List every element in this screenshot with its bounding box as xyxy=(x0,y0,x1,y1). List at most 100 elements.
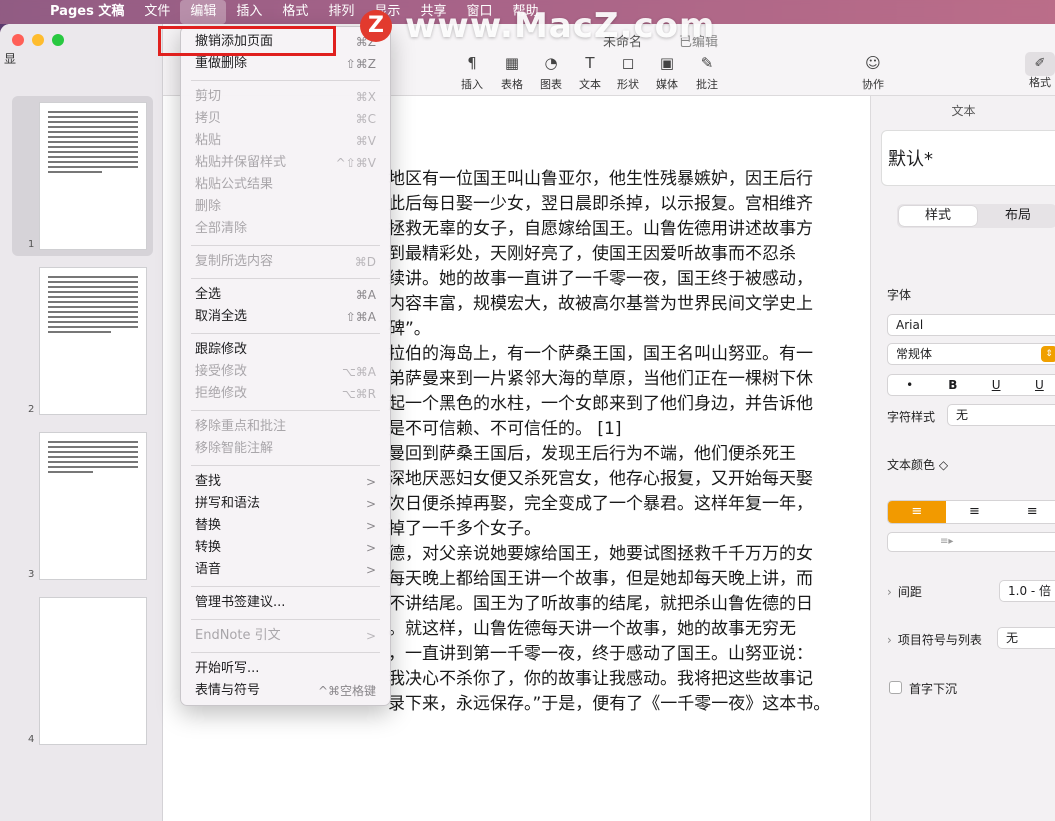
chevron-right-icon: › xyxy=(887,633,892,647)
edit-menu-item[interactable]: 全选 ⌘A xyxy=(181,284,390,306)
align-left-button[interactable]: ≡ xyxy=(888,501,946,523)
menu-item-label: 粘贴并保留样式 xyxy=(195,155,287,170)
menu-arrange[interactable]: 排列 xyxy=(318,0,364,24)
spacing-select[interactable]: 1.0 - 倍 xyxy=(999,580,1055,602)
menu-separator xyxy=(191,80,380,81)
menu-item-label: 粘贴公式结果 xyxy=(195,177,274,192)
bullets-label: 项目符号与列表 xyxy=(897,633,982,647)
close-window-button[interactable] xyxy=(12,34,24,46)
align-right-button[interactable]: ≡ xyxy=(1003,501,1055,523)
font-family-select[interactable]: Arial xyxy=(887,314,1055,336)
indent-icon: ≡▸ xyxy=(940,536,954,547)
edit-menu-item[interactable]: 开始听写... xyxy=(181,658,390,680)
shape-icon: ◻ xyxy=(621,54,635,72)
menu-item-shortcut: ⌥⌘R xyxy=(341,387,376,401)
text-color-label[interactable]: 文本颜色 ◇ xyxy=(887,456,948,473)
menu-item-label: 查找 xyxy=(195,474,222,489)
submenu-chevron-icon: > xyxy=(365,541,376,555)
menu-item-shortcut: ⌥⌘A xyxy=(341,365,376,379)
edit-menu-item[interactable]: 拼写和语法 > xyxy=(181,493,390,515)
font-weight-select[interactable]: 常规体 ⇕ xyxy=(887,343,1055,365)
menu-format[interactable]: 格式 xyxy=(272,0,318,24)
collaborate-button[interactable]: ☺ 协作 xyxy=(851,54,895,92)
bullets-select[interactable]: 无 xyxy=(997,627,1055,649)
dropcap-label: 首字下沉 xyxy=(909,682,958,696)
edit-menu-item[interactable]: 表情与符号 ^⌘空格键 xyxy=(181,680,390,702)
edit-menu-item[interactable]: 跟踪修改 xyxy=(181,339,390,361)
spacing-disclosure[interactable]: › 间距 xyxy=(887,583,922,600)
font-weight-value: 常规体 xyxy=(896,347,933,361)
page-thumbnail-1[interactable]: 1 xyxy=(12,96,153,256)
edit-menu-item[interactable]: 语音 > xyxy=(181,559,390,581)
menu-separator xyxy=(191,278,380,279)
edit-menu-item: 剪切 ⌘X xyxy=(181,86,390,108)
format-button[interactable]: ✐ 格式 xyxy=(1018,52,1055,90)
menu-item-label: 全选 xyxy=(195,287,222,302)
edit-menu-item[interactable]: 管理书签建议... xyxy=(181,592,390,614)
media-button[interactable]: ▣ 媒体 xyxy=(645,54,689,92)
menu-app[interactable]: Pages 文稿 xyxy=(40,0,134,24)
edit-menu-item[interactable]: 重做删除 ⇧⌘Z xyxy=(181,53,390,75)
tab-layout[interactable]: 布局 xyxy=(979,204,1055,228)
edit-menu-item[interactable]: 转换 > xyxy=(181,537,390,559)
edit-menu-item: 拒绝修改 ⌥⌘R xyxy=(181,383,390,405)
char-style-label: 字符样式 xyxy=(887,410,936,424)
minimize-window-button[interactable] xyxy=(32,34,44,46)
bullets-disclosure[interactable]: › 项目符号与列表 xyxy=(887,631,982,648)
shape-button[interactable]: ◻ 形状 xyxy=(606,54,650,92)
submenu-chevron-icon: > xyxy=(365,519,376,533)
bold-button[interactable]: B xyxy=(931,375,974,395)
table-icon: ▦ xyxy=(504,54,520,72)
chart-button[interactable]: ◔ 图表 xyxy=(529,54,573,92)
menu-item-shortcut: ⌘C xyxy=(355,112,376,126)
menu-item-shortcut: ⌘X xyxy=(355,90,376,104)
menu-item-label: 语音 xyxy=(195,562,222,577)
dropcap-checkbox[interactable] xyxy=(889,681,902,694)
tab-style[interactable]: 样式 xyxy=(899,206,977,226)
char-style-select[interactable]: 无 xyxy=(947,404,1055,426)
menu-separator xyxy=(191,465,380,466)
page-preview xyxy=(39,267,147,415)
spacing-label: 间距 xyxy=(897,585,922,599)
menu-item-label: 移除智能注解 xyxy=(195,441,274,456)
zoom-window-button[interactable] xyxy=(52,34,64,46)
paragraph-style-picker[interactable]: 默认* xyxy=(881,130,1055,186)
text-options-button[interactable]: • xyxy=(888,375,931,395)
watermark-logo-icon: Z xyxy=(360,10,392,42)
italic-button[interactable]: U xyxy=(975,375,1018,395)
style-layout-segment: 样式 布局 xyxy=(897,204,1055,228)
edit-menu-item[interactable]: 替换 > xyxy=(181,515,390,537)
edit-menu-item[interactable]: 查找 > xyxy=(181,471,390,493)
pages-window: 显 1 2 3 4 未命名 已编辑 ¶ 插入 ▦ 表格 ◔ 图表 T 文本 ◻ … xyxy=(0,24,1055,821)
comment-button[interactable]: ✎ 批注 xyxy=(685,54,729,92)
page-preview xyxy=(39,432,147,580)
menu-file[interactable]: 文件 xyxy=(134,0,180,24)
menu-item-shortcut: ⌘V xyxy=(355,134,376,148)
edit-menu-item: 复制所选内容 ⌘D xyxy=(181,251,390,273)
menu-item-label: 移除重点和批注 xyxy=(195,419,287,434)
view-button-label[interactable]: 显 xyxy=(4,50,16,67)
spacing-value: 1.0 - 倍 xyxy=(1008,584,1052,598)
page-thumbnail-4[interactable]: 4 xyxy=(12,591,153,751)
page-thumbnail-2[interactable]: 2 xyxy=(12,261,153,421)
inspector-tab-text[interactable]: 文本 xyxy=(871,102,1055,119)
insert-button[interactable]: ¶ 插入 xyxy=(450,54,494,92)
format-inspector: 文本 默认* 样式 布局 字体 Arial 常规体 ⇕ • B U U 字符样式… xyxy=(870,96,1055,821)
page-number: 1 xyxy=(28,239,35,250)
page-number: 3 xyxy=(28,569,35,580)
align-center-button[interactable]: ≡ xyxy=(946,501,1004,523)
menu-insert[interactable]: 插入 xyxy=(226,0,272,24)
menu-separator xyxy=(191,619,380,620)
menu-separator xyxy=(191,410,380,411)
indent-buttons[interactable]: ≡▸ xyxy=(887,532,1055,552)
insert-label: 插入 xyxy=(461,78,483,91)
menu-item-label: 表情与符号 xyxy=(195,683,261,698)
table-button[interactable]: ▦ 表格 xyxy=(490,54,534,92)
page-thumbnail-3[interactable]: 3 xyxy=(12,426,153,586)
menu-item-label: 拼写和语法 xyxy=(195,496,261,511)
underline-button[interactable]: U xyxy=(1018,375,1055,395)
menu-item-label: 删除 xyxy=(195,199,222,214)
edit-menu-item[interactable]: 取消全选 ⇧⌘A xyxy=(181,306,390,328)
menu-edit[interactable]: 编辑 xyxy=(180,0,227,24)
page-preview xyxy=(39,102,147,250)
